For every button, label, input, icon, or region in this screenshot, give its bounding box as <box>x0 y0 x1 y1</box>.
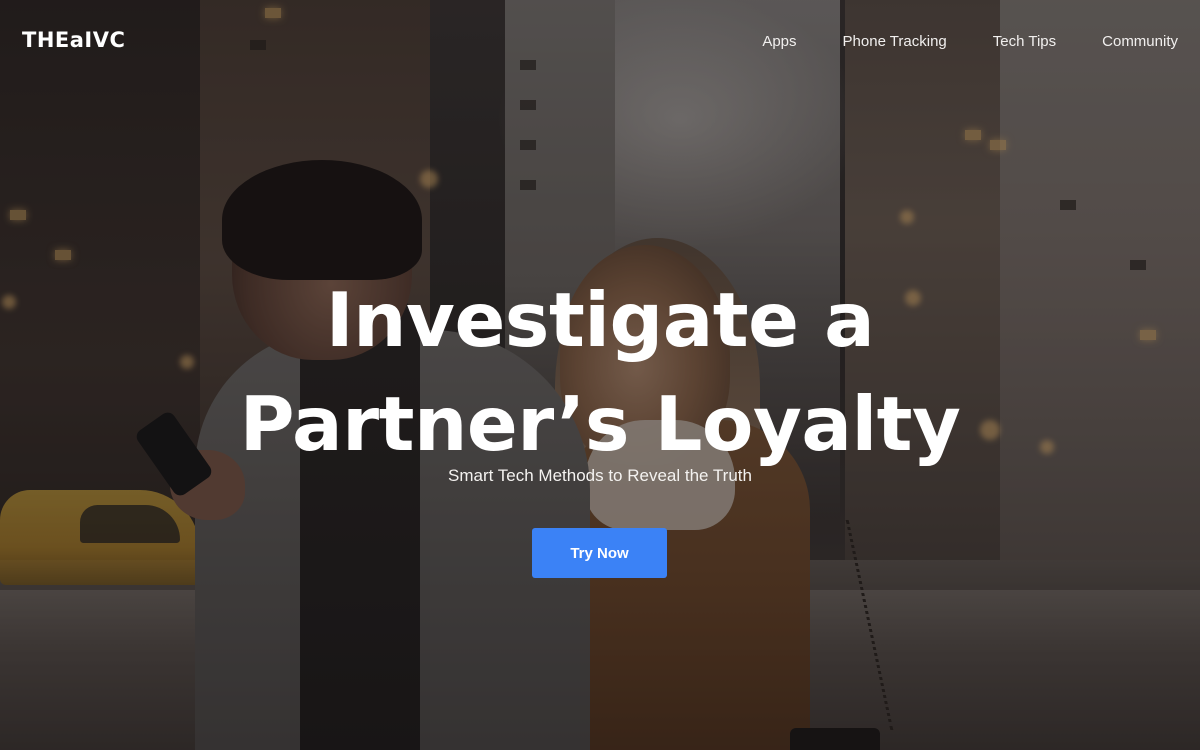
hero-title: Investigate a Partner’s Loyalty <box>0 268 1200 476</box>
background-window <box>55 250 71 260</box>
background-window <box>520 100 536 110</box>
site-logo[interactable]: THEaIVC <box>22 28 125 52</box>
background-window <box>1060 200 1076 210</box>
try-now-button[interactable]: Try Now <box>532 528 667 578</box>
background-light <box>420 170 438 188</box>
site-header: THEaIVC Apps Phone Tracking Tech Tips Co… <box>0 0 1200 86</box>
main-nav: Apps Phone Tracking Tech Tips Community <box>716 33 1178 50</box>
background-window <box>10 210 26 220</box>
hero-title-line-2: Partner’s Loyalty <box>239 380 961 468</box>
nav-item-tech-tips[interactable]: Tech Tips <box>993 33 1056 50</box>
nav-item-phone-tracking[interactable]: Phone Tracking <box>843 33 947 50</box>
background-light <box>900 210 914 224</box>
background-wall <box>0 590 1200 750</box>
nav-item-community[interactable]: Community <box>1102 33 1178 50</box>
handbag <box>790 728 880 750</box>
background-window <box>520 180 536 190</box>
background-window <box>965 130 981 140</box>
background-window <box>520 140 536 150</box>
background-window <box>990 140 1006 150</box>
nav-item-apps[interactable]: Apps <box>762 33 796 50</box>
hero-section: THEaIVC Apps Phone Tracking Tech Tips Co… <box>0 0 1200 750</box>
hero-title-line-1: Investigate a <box>325 276 875 364</box>
hero-subtitle: Smart Tech Methods to Reveal the Truth <box>448 466 752 485</box>
